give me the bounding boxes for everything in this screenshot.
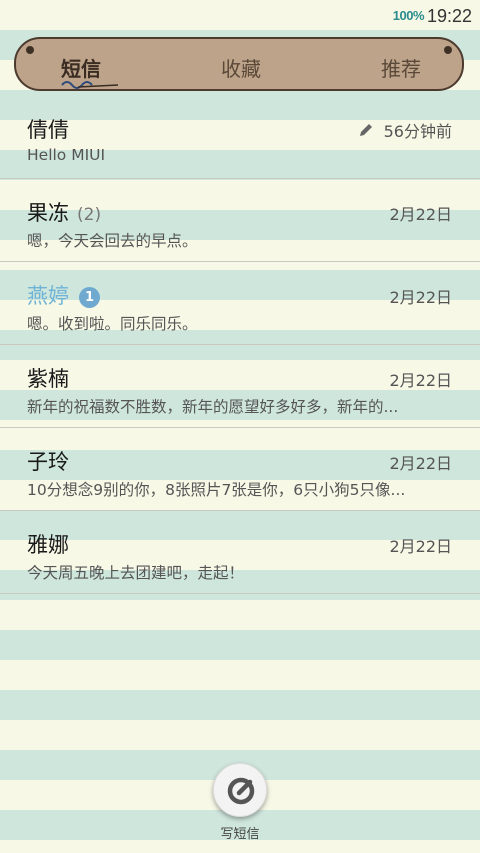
conversation-row[interactable]: 紫楠 2月22日 新年的祝福数不胜数，新年的愿望好多好多，新年的...	[0, 345, 480, 428]
unread-badge: 1	[79, 287, 100, 308]
compose-icon	[227, 777, 255, 805]
message-time: 2月22日	[389, 454, 452, 473]
contact-name: 雅娜	[27, 533, 69, 557]
message-time: 2月22日	[389, 288, 452, 307]
nail-icon	[26, 46, 34, 54]
contact-name: 子玲	[27, 450, 69, 474]
message-time: 2月22日	[389, 537, 452, 556]
conversation-list: 倩倩 56分钟前 Hello MIUI 果冻 (2) 2月22日 嗯，今天会回去的…	[0, 96, 480, 594]
message-preview: 10分想念9别的你，8张照片7张是你，6只小狗5只像...	[27, 481, 406, 499]
compose-button[interactable]	[213, 763, 267, 817]
battery-indicator: 100%	[392, 8, 425, 23]
tab-favorites[interactable]: 收藏	[221, 53, 261, 82]
conversation-row[interactable]: 倩倩 56分钟前 Hello MIUI	[0, 96, 480, 179]
draft-pencil-icon	[359, 124, 372, 136]
message-time: 2月22日	[389, 205, 452, 224]
tab-bar: 短信 收藏 推荐	[14, 37, 464, 91]
conversation-row[interactable]: 雅娜 2月22日 今天周五晚上去团建吧，走起！	[0, 511, 480, 594]
message-preview: 嗯，今天会回去的早点。	[27, 232, 198, 250]
conversation-row[interactable]: 果冻 (2) 2月22日 嗯，今天会回去的早点。	[0, 179, 480, 262]
message-preview: 新年的祝福数不胜数，新年的愿望好多好多，新年的...	[27, 398, 399, 416]
tab-recommend[interactable]: 推荐	[381, 53, 421, 82]
compose-label: 写短信	[220, 827, 260, 842]
contact-name: 紫楠	[27, 367, 69, 391]
contact-name: 果冻 (2)	[27, 201, 102, 225]
conversation-row[interactable]: 子玲 2月22日 10分想念9别的你，8张照片7张是你，6只小狗5只像...	[0, 428, 480, 511]
message-preview: 今天周五晚上去团建吧，走起！	[27, 564, 245, 582]
contact-name: 倩倩	[27, 118, 69, 142]
status-clock: 19:22	[426, 6, 472, 26]
nail-icon	[444, 46, 452, 54]
status-bar: 100% 19:22	[0, 0, 480, 34]
message-time: 2月22日	[389, 371, 452, 390]
message-count: (2)	[77, 205, 102, 225]
message-preview: 嗯。收到啦。同乐同乐。	[27, 315, 198, 333]
active-tab-indicator-icon	[61, 81, 119, 89]
message-preview: Hello MIUI	[27, 146, 106, 164]
conversation-row[interactable]: 燕婷 1 2月22日 嗯。收到啦。同乐同乐。	[0, 262, 480, 345]
message-time: 56分钟前	[358, 118, 452, 142]
contact-name: 燕婷 1	[27, 280, 100, 310]
